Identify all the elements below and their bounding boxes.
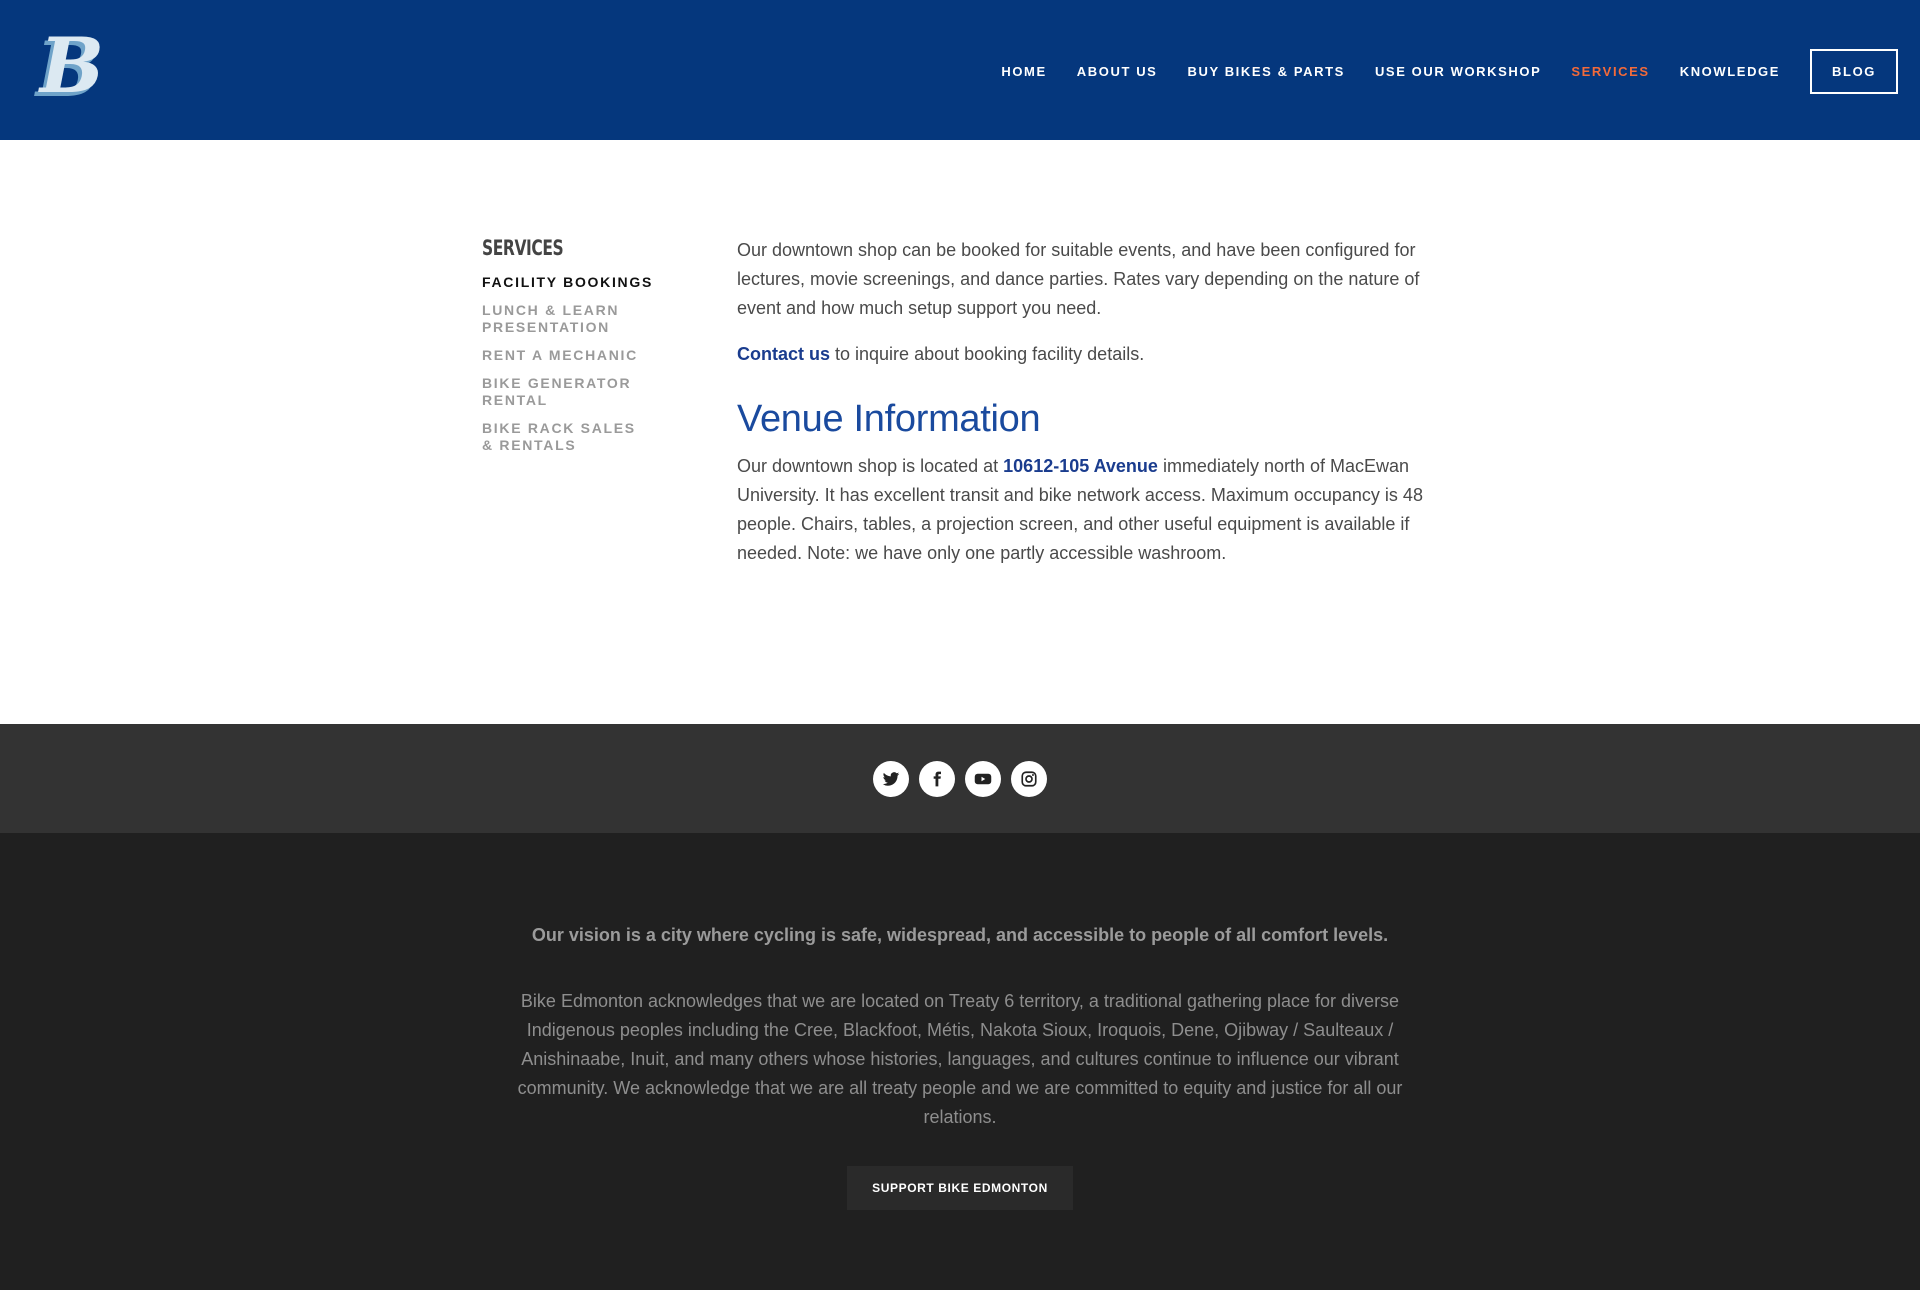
contact-rest-text: to inquire about booking facility detail… [830, 344, 1145, 364]
vision-statement: Our vision is a city where cycling is sa… [531, 925, 1389, 945]
youtube-icon[interactable] [965, 760, 1001, 797]
sidebar-title: SERVICES [482, 236, 564, 260]
nav-use-our-workshop[interactable]: USE OUR WORKSHOP [1375, 64, 1541, 79]
contact-paragraph: Contact us to inquire about booking faci… [737, 340, 1457, 369]
article-body: Our downtown shop can be booked for suit… [737, 236, 1457, 585]
nav-knowledge[interactable]: KNOWLEDGE [1680, 64, 1780, 79]
sidebar-item-facility-bookings[interactable]: FACILITY BOOKINGS [482, 274, 682, 291]
sidebar-item-bike-rack-sales[interactable]: BIKE RACK SALES & RENTALS [482, 420, 652, 454]
twitter-icon[interactable] [873, 760, 909, 797]
land-acknowledgement: Bike Edmonton acknowledges that we are l… [517, 991, 1403, 1127]
sidebar-item-bike-generator-rental[interactable]: BIKE GENERATOR RENTAL [482, 375, 632, 409]
svg-text:B: B [38, 34, 104, 108]
main-content-area: SERVICES FACILITY BOOKINGS LUNCH & LEARN… [0, 140, 1920, 724]
venue-heading: Venue Information [737, 398, 1041, 440]
nav-buy-bikes-parts[interactable]: BUY BIKES & PARTS [1187, 64, 1344, 79]
site-header: B B HOME ABOUT US BUY BIKES & PARTS USE … [0, 0, 1920, 140]
sidebar-item-rent-a-mechanic[interactable]: RENT A MECHANIC [482, 347, 682, 364]
nav-services[interactable]: SERVICES [1571, 64, 1649, 79]
venue-paragraph: Our downtown shop is located at 10612-10… [737, 452, 1457, 568]
nav-about-us[interactable]: ABOUT US [1077, 64, 1158, 79]
logo-b-icon[interactable]: B B [34, 21, 108, 114]
venue-pre-text: Our downtown shop is located at [737, 456, 1004, 476]
instagram-icon[interactable] [1011, 760, 1047, 797]
facebook-icon[interactable] [919, 760, 955, 797]
support-bike-edmonton-button[interactable]: SUPPORT BIKE EDMONTON [847, 1166, 1073, 1210]
contact-us-link[interactable]: Contact us [737, 344, 830, 364]
nav-home[interactable]: HOME [1001, 64, 1046, 79]
services-sidebar: SERVICES FACILITY BOOKINGS LUNCH & LEARN… [482, 236, 682, 465]
site-footer: Our vision is a city where cycling is sa… [0, 833, 1920, 1290]
intro-paragraph: Our downtown shop can be booked for suit… [737, 240, 1420, 318]
main-nav: HOME ABOUT US BUY BIKES & PARTS USE OUR … [971, 48, 1898, 94]
blog-button[interactable]: BLOG [1810, 48, 1898, 94]
sidebar-item-lunch-learn[interactable]: LUNCH & LEARN PRESENTATION [482, 302, 632, 336]
address-link[interactable]: 10612-105 Avenue [1003, 456, 1158, 476]
social-bar [0, 724, 1920, 833]
